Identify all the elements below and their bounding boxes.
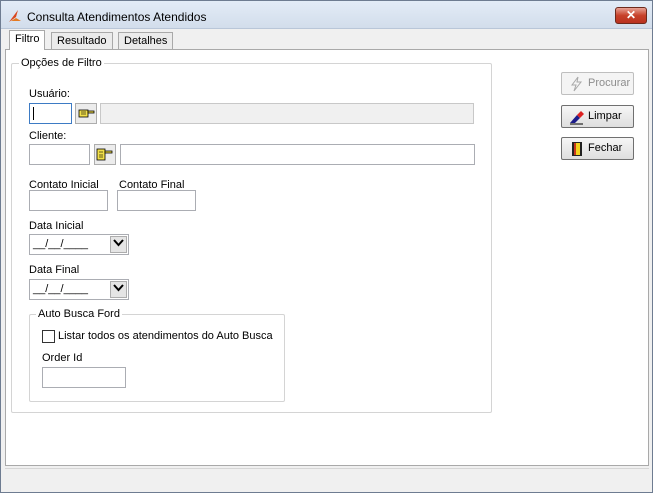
tab-resultado-label: Resultado: [57, 35, 107, 47]
data-inicial-picker[interactable]: __/__/____: [29, 234, 129, 255]
lightning-icon: [569, 76, 585, 92]
tab-filtro-label: Filtro: [15, 33, 40, 45]
auto-busca-group: Auto Busca Ford Listar todos os atendime…: [29, 308, 285, 402]
cliente-label: Cliente:: [29, 130, 67, 142]
filter-options-title: Opções de Filtro: [19, 57, 104, 69]
auto-busca-title: Auto Busca Ford: [36, 308, 122, 320]
procurar-label: Procurar: [588, 77, 631, 89]
cliente-name-input[interactable]: [120, 144, 475, 165]
close-button[interactable]: ✕: [615, 7, 647, 24]
exit-door-icon: [569, 141, 585, 157]
data-inicial-label: Data Inicial: [29, 220, 84, 232]
text-caret: [33, 107, 34, 120]
status-bar: [5, 468, 649, 488]
usuario-code-input[interactable]: [29, 103, 72, 124]
listar-todos-checkbox[interactable]: [42, 330, 55, 343]
tab-filtro[interactable]: Filtro: [9, 30, 46, 50]
cliente-code-input[interactable]: [29, 144, 90, 165]
fechar-button[interactable]: Fechar: [561, 137, 634, 160]
filter-options-group: Opções de Filtro Usuário: Cliente: Conta…: [11, 57, 492, 413]
app-logo-icon: [7, 8, 23, 24]
contato-inicial-input[interactable]: [29, 190, 108, 211]
application-window: Consulta Atendimentos Atendidos ✕ Filtro…: [0, 0, 653, 493]
eraser-icon: [569, 109, 585, 125]
data-final-value: __/__/____: [33, 283, 89, 295]
pointing-hand-icon: [76, 109, 96, 126]
cliente-lookup-button[interactable]: [94, 144, 116, 165]
pointing-hand-icon: [95, 148, 115, 167]
limpar-label: Limpar: [588, 110, 622, 122]
chevron-down-icon[interactable]: [110, 281, 127, 298]
tab-resultado[interactable]: Resultado: [51, 32, 113, 50]
usuario-name-field: [100, 103, 474, 124]
tab-detalhes-label: Detalhes: [124, 35, 168, 47]
data-inicial-value: __/__/____: [33, 238, 89, 250]
usuario-lookup-button[interactable]: [75, 103, 97, 124]
procurar-button[interactable]: Procurar: [561, 72, 634, 95]
limpar-button[interactable]: Limpar: [561, 105, 634, 128]
order-id-label: Order Id: [42, 352, 83, 364]
window-title: Consulta Atendimentos Atendidos: [27, 10, 207, 24]
chevron-down-icon[interactable]: [110, 236, 127, 253]
usuario-label: Usuário:: [29, 88, 70, 100]
tab-detalhes[interactable]: Detalhes: [118, 32, 174, 50]
order-id-input[interactable]: [42, 367, 126, 388]
filter-panel: Opções de Filtro Usuário: Cliente: Conta…: [5, 49, 649, 466]
fechar-label: Fechar: [588, 142, 623, 154]
data-final-picker[interactable]: __/__/____: [29, 279, 129, 300]
contato-final-input[interactable]: [117, 190, 196, 211]
data-final-label: Data Final: [29, 264, 80, 276]
title-bar[interactable]: Consulta Atendimentos Atendidos ✕: [1, 1, 652, 29]
listar-todos-label: Listar todos os atendimentos do Auto Bus…: [58, 330, 273, 342]
